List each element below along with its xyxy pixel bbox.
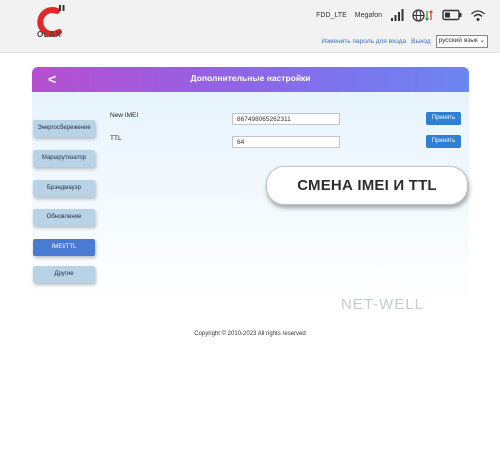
panel-header: < Дополнительные настройки	[32, 67, 469, 92]
logout-link[interactable]: Выход	[411, 38, 430, 45]
status-bar: FDD_LTE Megafon	[316, 6, 486, 24]
imei-label: New IMEI	[110, 112, 139, 119]
change-password-link[interactable]: Изменить пароль для входа	[321, 38, 406, 45]
sidebar-item-label: IMEI/TTL	[51, 244, 77, 250]
language-select[interactable]: русский язык ⌄	[435, 35, 488, 48]
wifi-icon	[471, 9, 485, 21]
sidebar-item-firewall[interactable]: Брэндмауэр	[33, 180, 95, 197]
sidebar-item-label: Брэндмауэр	[47, 185, 81, 191]
globe-data-icon	[412, 8, 433, 22]
sidebar-item-update[interactable]: Обновление	[33, 209, 95, 226]
sidebar-item-label: Маршрутизатор	[41, 155, 87, 161]
sidebar-item-imei-ttl[interactable]: IMEI/TTL	[33, 239, 95, 256]
ttl-input[interactable]	[232, 136, 340, 148]
copyright-footer: Copyright © 2010-2023 All rights reserve…	[194, 331, 306, 337]
top-bar: OLAX FDD_LTE Megafon Изменить пароль для…	[0, 0, 500, 53]
sidebar-item-power-saving[interactable]: Энергосбережение	[33, 120, 95, 137]
ttl-label: TTL	[110, 135, 122, 142]
language-select-value: русский язык	[438, 37, 478, 44]
sidebar-item-label: Другие	[54, 271, 74, 277]
accept-ttl-button[interactable]: Принять	[426, 135, 461, 148]
sidebar-item-other[interactable]: Другие	[33, 266, 95, 283]
sidebar-item-label: Обновление	[46, 214, 82, 220]
imei-input[interactable]	[232, 113, 340, 125]
page-title: Дополнительные настройки	[190, 73, 311, 83]
network-type-label: FDD_LTE	[316, 11, 347, 19]
accept-imei-button[interactable]: Принять	[426, 112, 461, 125]
signal-strength-icon	[391, 9, 404, 21]
operator-label: Megafon	[354, 11, 382, 19]
battery-icon	[442, 9, 462, 21]
sidebar-item-label: Энергосбережение	[37, 125, 91, 131]
promo-banner: СМЕНА IMEI И TTL	[266, 166, 468, 205]
sidebar-item-router[interactable]: Маршрутизатор	[33, 150, 95, 167]
account-links: Изменить пароль для входа Выход русский …	[321, 35, 488, 48]
logo-text: OLAX	[37, 30, 62, 39]
watermark-text: NET-WELL	[341, 296, 425, 313]
